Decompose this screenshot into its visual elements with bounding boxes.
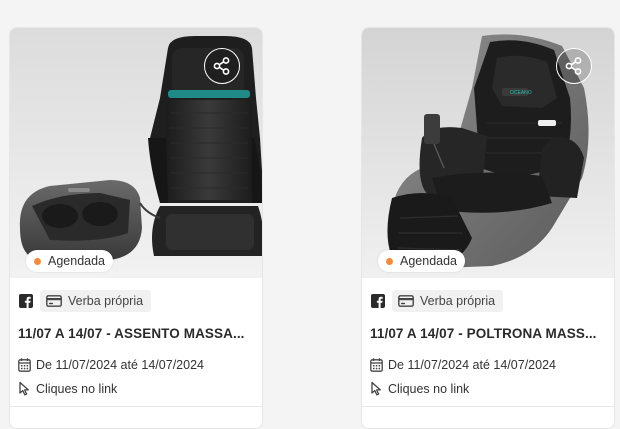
campaign-title[interactable]: 11/07 A 14/07 - POLTRONA MASS... [370, 326, 606, 341]
share-button[interactable] [204, 48, 240, 84]
product-image-massage-seat: Agendada [10, 28, 262, 278]
facebook-icon [370, 293, 386, 309]
objective-row: Cliques no link [370, 381, 469, 396]
objective-label: Cliques no link [388, 381, 470, 396]
card-divider [362, 406, 614, 407]
status-label: Agendada [48, 254, 106, 268]
credit-card-icon [46, 295, 62, 307]
tag-row: Verba própria [370, 290, 504, 312]
facebook-icon [18, 293, 34, 309]
tag-row: Verba própria [18, 290, 152, 312]
status-dot [34, 257, 41, 265]
campaign-card[interactable]: Agendada Verba própria 11/07 A 14/07 - A… [9, 27, 263, 429]
date-range-label: De 11/07/2024 até 14/07/2024 [388, 358, 556, 372]
cursor-click-icon [19, 381, 29, 396]
date-range-row: De 11/07/2024 até 14/07/2024 [370, 358, 556, 372]
date-range-label: De 11/07/2024 até 14/07/2024 [36, 358, 204, 372]
budget-tag: Verba própria [40, 290, 152, 312]
cursor-click-icon [371, 381, 381, 396]
product-image-massage-chair: OCEANO Agendada [362, 28, 614, 278]
svg-text:OCEANO: OCEANO [510, 90, 532, 96]
card-divider [10, 406, 262, 407]
credit-card-icon [398, 295, 414, 307]
status-dot [386, 257, 393, 265]
objective-label: Cliques no link [36, 381, 118, 396]
budget-label: Verba própria [68, 294, 144, 308]
budget-tag: Verba própria [392, 290, 504, 312]
share-icon [565, 57, 582, 75]
calendar-icon [370, 358, 383, 372]
campaign-card[interactable]: OCEANO Agendada Verba própria 11/07 A 14… [361, 27, 615, 429]
budget-label: Verba própria [420, 294, 496, 308]
campaign-title[interactable]: 11/07 A 14/07 - ASSENTO MASSA... [18, 326, 254, 341]
objective-row: Cliques no link [18, 381, 117, 396]
status-badge: Agendada [378, 250, 466, 272]
status-label: Agendada [400, 254, 458, 268]
date-range-row: De 11/07/2024 até 14/07/2024 [18, 358, 204, 372]
share-button[interactable] [556, 48, 592, 84]
calendar-icon [18, 358, 31, 372]
status-badge: Agendada [26, 250, 114, 272]
share-icon [213, 57, 230, 75]
